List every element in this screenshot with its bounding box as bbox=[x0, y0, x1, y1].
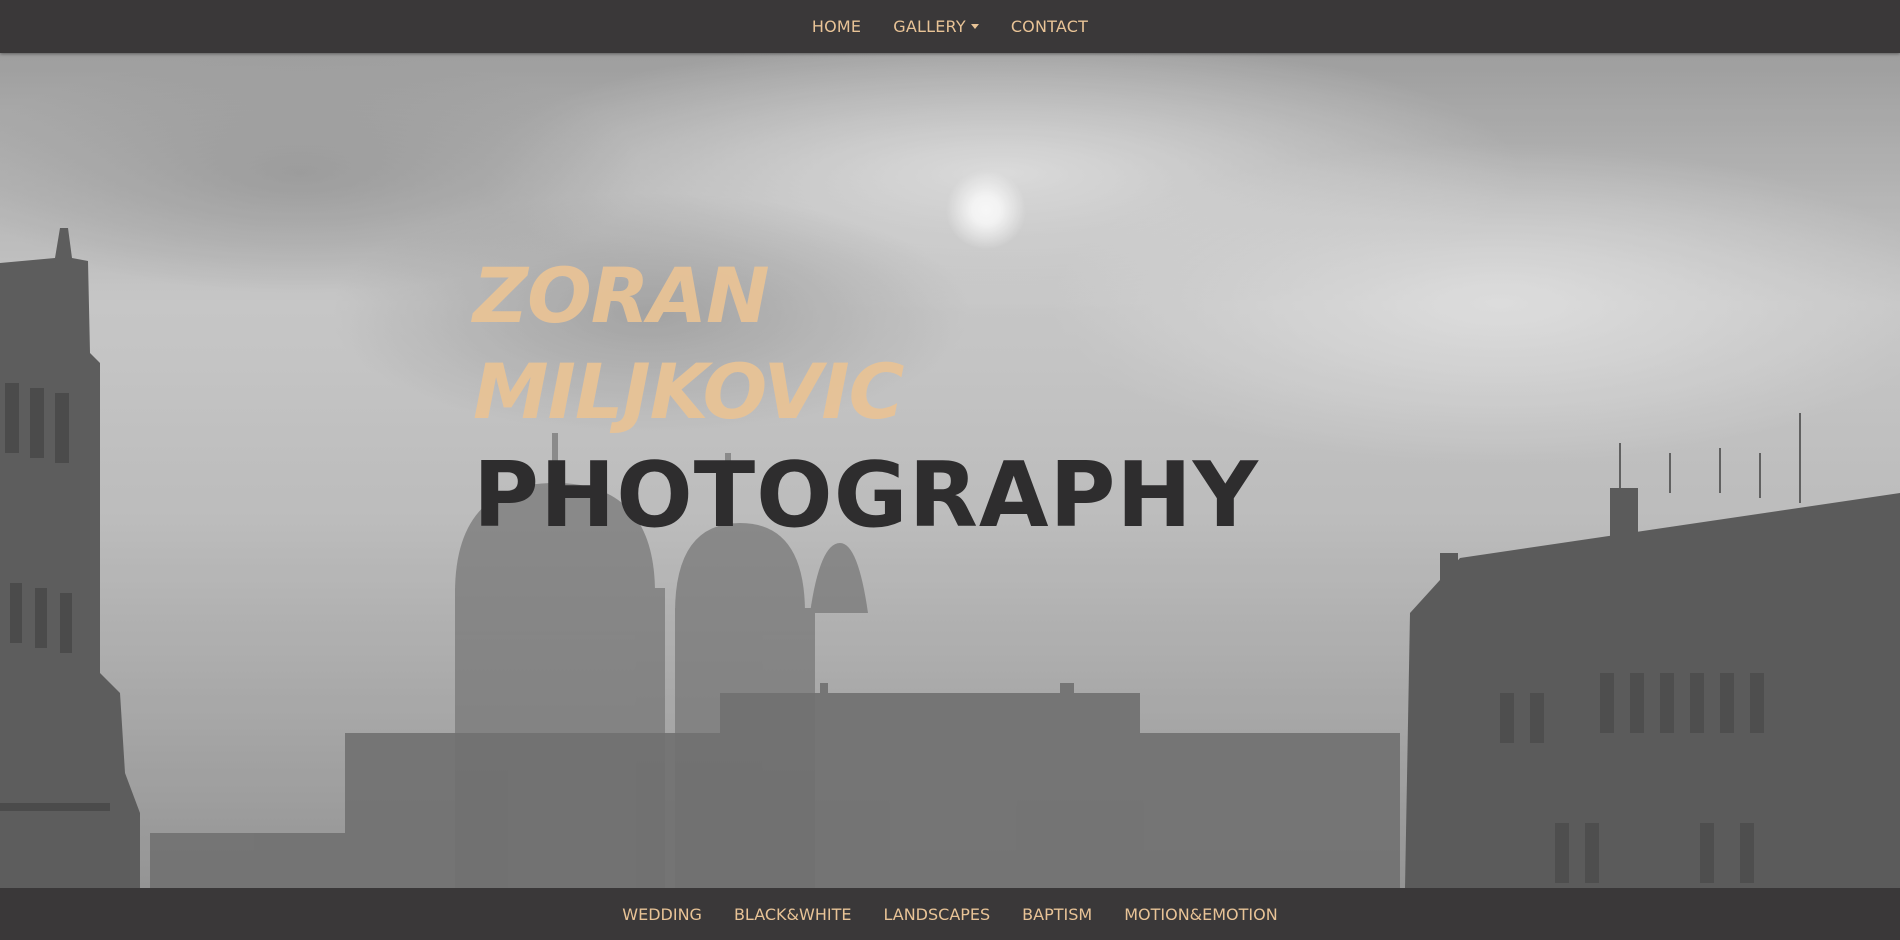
nav-gallery-label: GALLERY bbox=[893, 17, 966, 36]
top-navbar: HOME GALLERY CONTACT bbox=[0, 0, 1900, 53]
nav-home-link[interactable]: HOME bbox=[812, 17, 861, 36]
category-baptism-link[interactable]: BAPTISM bbox=[1022, 905, 1092, 924]
category-black-white-link[interactable]: BLACK&WHITE bbox=[734, 905, 852, 924]
photographer-first-name: ZORAN bbox=[473, 251, 770, 340]
nav-gallery-dropdown[interactable]: GALLERY bbox=[893, 17, 979, 36]
category-landscapes-link[interactable]: LANDSCAPES bbox=[883, 905, 990, 924]
photographer-last-name: MILJKOVIC bbox=[473, 347, 904, 436]
hero-banner: ZORAN MILJKOVIC PHOTOGRAPHY bbox=[0, 53, 1900, 888]
nav-contact-label: CONTACT bbox=[1010, 17, 1089, 36]
category-navbar: WEDDING BLACK&WHITE LANDSCAPES BAPTISM M… bbox=[0, 888, 1900, 940]
caret-down-icon bbox=[970, 24, 979, 29]
nav-home-label: HOME bbox=[811, 17, 862, 36]
nav-contact-link[interactable]: CONTACT bbox=[1011, 17, 1088, 36]
hero-tagline: PHOTOGRAPHY bbox=[473, 443, 1259, 548]
category-wedding-link[interactable]: WEDDING bbox=[622, 905, 702, 924]
category-motion-emotion-link[interactable]: MOTION&EMOTION bbox=[1124, 905, 1278, 924]
hero-title-block: ZORAN MILJKOVIC PHOTOGRAPHY bbox=[473, 248, 1259, 548]
